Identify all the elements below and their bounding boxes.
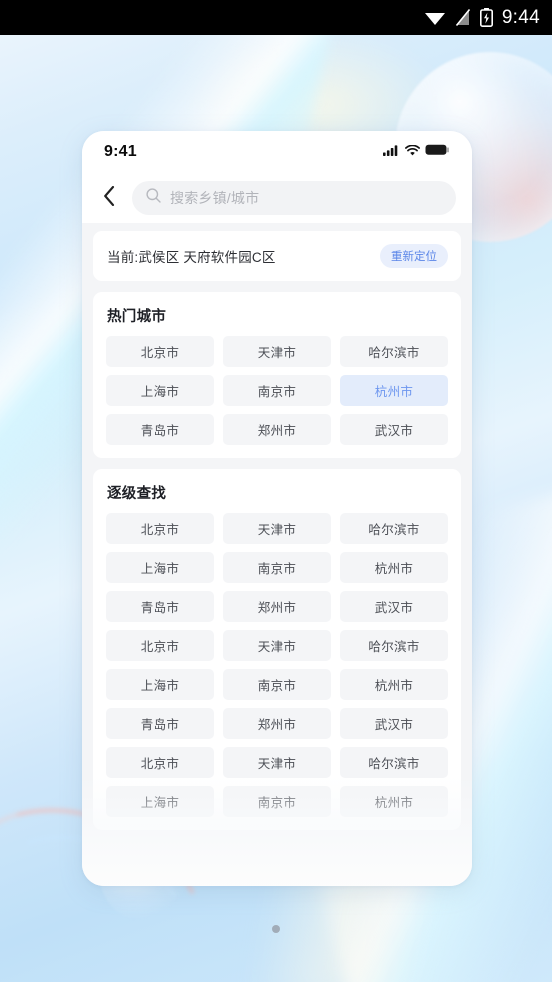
city-chip[interactable]: 武汉市 [340, 708, 448, 739]
city-chip[interactable]: 杭州市 [340, 786, 448, 817]
page-dot-active[interactable] [272, 925, 280, 933]
wifi-icon [405, 143, 420, 161]
city-chip[interactable]: 郑州市 [223, 708, 331, 739]
city-chip[interactable]: 天津市 [223, 630, 331, 661]
phone-mockup-card: 9:41 搜索乡镇/城市 当前:武侯区 天府软件园C区 重新定位 热门城市 北京… [82, 131, 472, 886]
chevron-left-icon [103, 185, 115, 211]
city-chip[interactable]: 天津市 [223, 513, 331, 544]
back-button[interactable] [92, 181, 126, 215]
city-chip[interactable]: 郑州市 [223, 591, 331, 622]
city-chip[interactable]: 南京市 [223, 669, 331, 700]
screen-root: 9:44 9:41 搜索乡镇/城市 当前:武侯区 天府软件园C区 重新定位 热门… [0, 0, 552, 982]
current-location-panel: 当前:武侯区 天府软件园C区 重新定位 [93, 231, 461, 281]
level-search-title: 逐级查找 [107, 486, 167, 502]
city-chip[interactable]: 哈尔滨市 [340, 513, 448, 544]
city-chip[interactable]: 北京市 [106, 513, 214, 544]
city-chip[interactable]: 天津市 [223, 747, 331, 778]
scrollable-content[interactable]: 当前:武侯区 天府软件园C区 重新定位 热门城市 北京市 天津市 哈尔滨市 上海市 南京… [82, 223, 472, 886]
hot-cities-panel: 热门城市 北京市 天津市 哈尔滨市上海市 南京市 杭州市青岛市 郑州市 武汉市 [93, 292, 461, 458]
city-chip[interactable]: 南京市 [223, 552, 331, 583]
city-chip[interactable]: 天津市 [223, 336, 331, 367]
search-icon [146, 188, 161, 208]
city-chip[interactable]: 武汉市 [340, 414, 448, 445]
search-input[interactable]: 搜索乡镇/城市 [132, 181, 456, 215]
city-chip[interactable]: 哈尔滨市 [340, 336, 448, 367]
city-chip[interactable]: 南京市 [223, 786, 331, 817]
city-chip[interactable]: 上海市 [106, 669, 214, 700]
cellular-signal-icon [383, 143, 400, 161]
wifi-icon [424, 10, 446, 26]
ios-status-icons [383, 143, 450, 161]
city-chip[interactable]: 青岛市 [106, 591, 214, 622]
city-chip[interactable]: 上海市 [106, 375, 214, 406]
page-indicator [0, 925, 552, 933]
hot-cities-grid: 北京市 天津市 哈尔滨市上海市 南京市 杭州市青岛市 郑州市 武汉市 [106, 336, 448, 445]
search-header: 搜索乡镇/城市 [82, 173, 472, 223]
android-clock: 9:44 [501, 7, 540, 28]
level-search-panel: 逐级查找 北京市 天津市 哈尔滨市 上海市 南京市 杭州市 青岛市 郑州市 武汉市 北京市 天津市哈… [93, 469, 461, 830]
city-chip[interactable]: 上海市 [106, 786, 214, 817]
city-chip[interactable]: 杭州市 [340, 375, 448, 406]
city-chip[interactable]: 北京市 [106, 336, 214, 367]
hot-cities-title: 热门城市 [107, 309, 167, 325]
city-chip[interactable]: 上海市 [106, 552, 214, 583]
ios-status-bar: 9:41 [82, 131, 472, 173]
relocate-button[interactable]: 重新定位 [380, 244, 448, 268]
battery-icon [425, 143, 450, 161]
city-chip[interactable]: 哈尔滨市 [340, 747, 448, 778]
ios-clock: 9:41 [104, 143, 137, 160]
city-chip[interactable]: 南京市 [223, 375, 331, 406]
city-chip[interactable]: 青岛市 [106, 414, 214, 445]
city-chip[interactable]: 郑州市 [223, 414, 331, 445]
city-chip[interactable]: 杭州市 [340, 669, 448, 700]
signal-off-icon [455, 9, 471, 26]
city-chip[interactable]: 北京市 [106, 630, 214, 661]
battery-charging-icon [479, 8, 493, 27]
city-chip[interactable]: 哈尔滨市 [340, 630, 448, 661]
search-placeholder: 搜索乡镇/城市 [170, 190, 260, 206]
current-location-label: 当前:武侯区 天府软件园C区 [107, 250, 276, 265]
city-chip[interactable]: 青岛市 [106, 708, 214, 739]
android-status-bar: 9:44 [0, 0, 552, 35]
level-search-grid: 北京市 天津市 哈尔滨市 上海市 南京市 杭州市 青岛市 郑州市 武汉市 北京市 天津市 哈尔滨市 上海… [106, 513, 448, 817]
city-chip[interactable]: 武汉市 [340, 591, 448, 622]
city-chip[interactable]: 杭州市 [340, 552, 448, 583]
city-chip[interactable]: 北京市 [106, 747, 214, 778]
